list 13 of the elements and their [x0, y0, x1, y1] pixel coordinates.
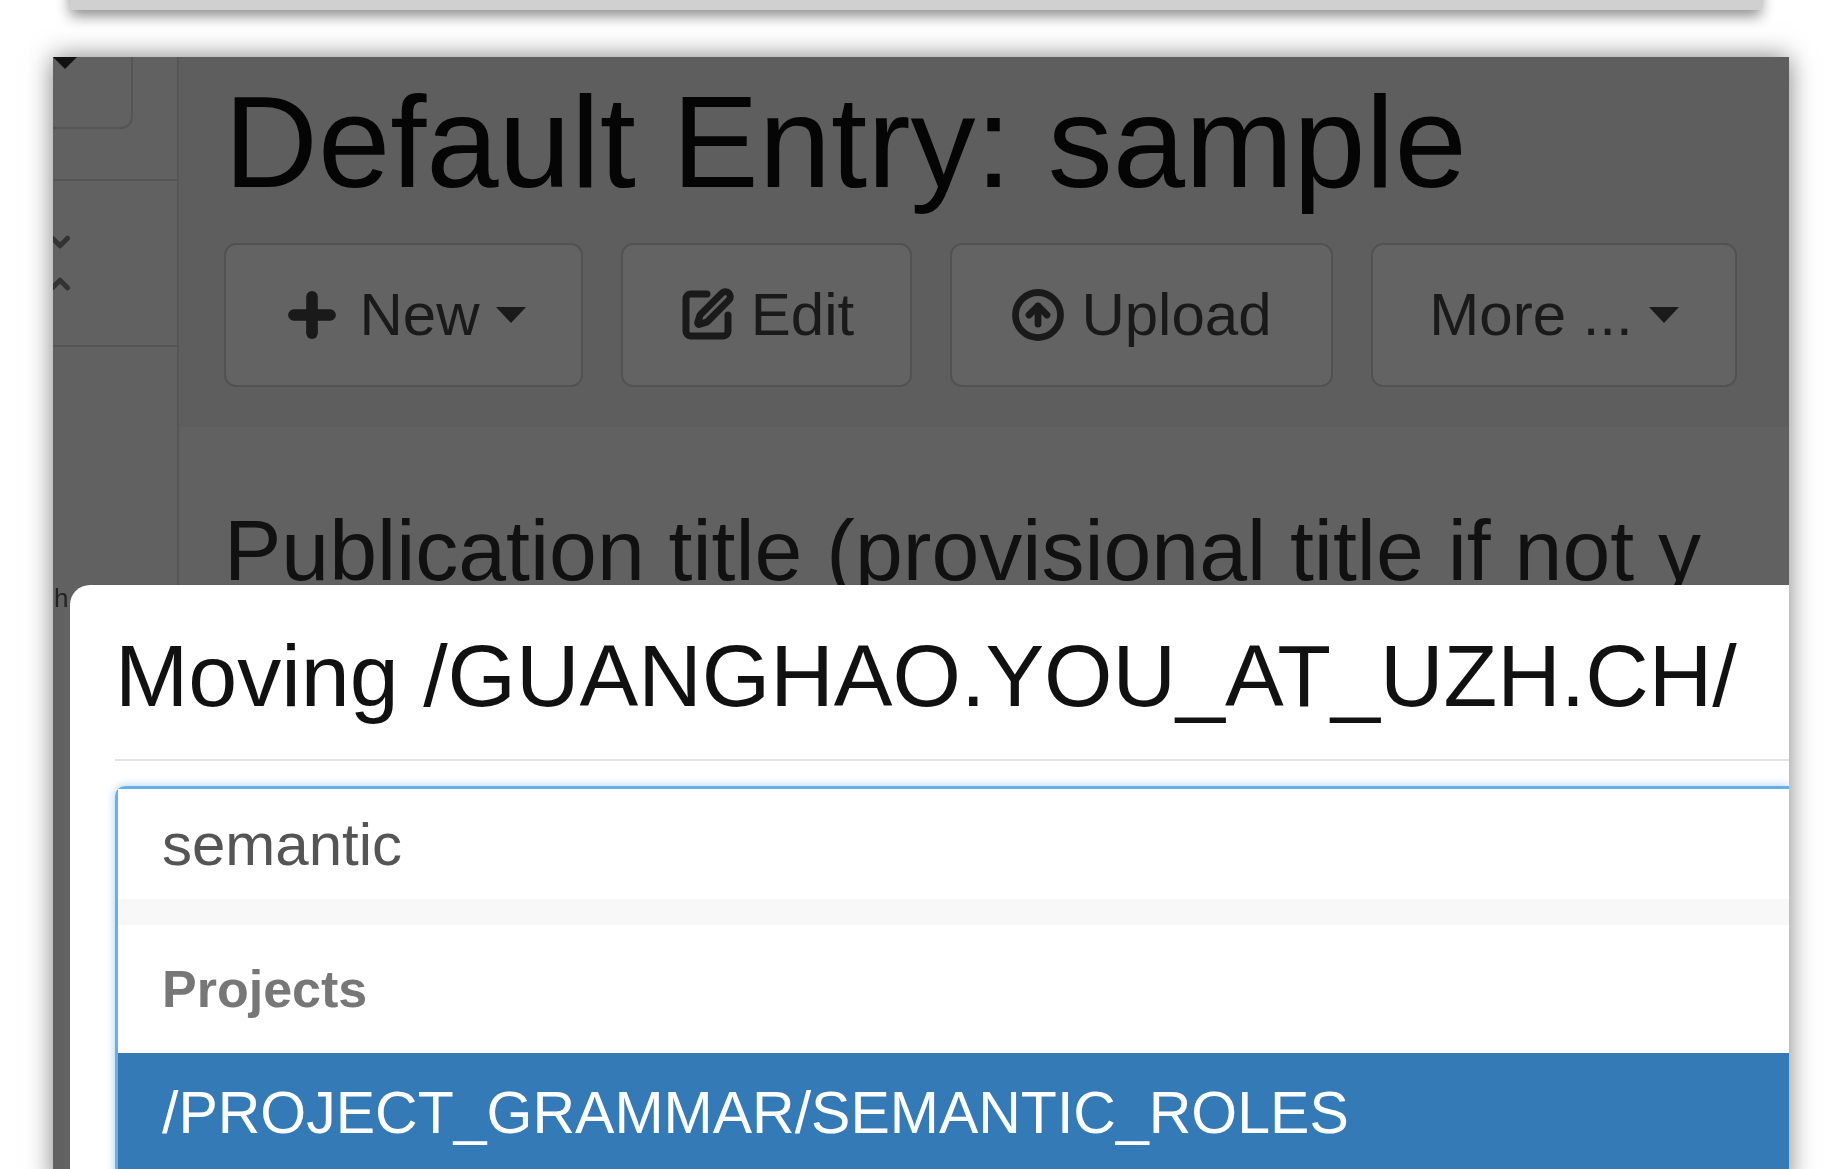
- toolbar-button[interactable]: Upload: [950, 243, 1333, 387]
- sidebar-text: h: [54, 583, 68, 613]
- dropdown-toggle[interactable]: [53, 57, 133, 129]
- group-heading: Projects: [161, 959, 369, 1020]
- toolbar-button[interactable]: New: [224, 243, 583, 387]
- search-field[interactable]: semantic: [118, 789, 1789, 925]
- result-item[interactable]: /PROJECT_GRAMMAR/SEMANTIC_ROLES: [118, 1053, 1789, 1169]
- dialog-title: Moving /GUANGHAO.YOU_AT_UZH.CH/: [115, 626, 1737, 725]
- toolbar-button[interactable]: More ...: [1371, 243, 1737, 387]
- page-title: Default Entry: sample: [224, 68, 1467, 217]
- toolbar-button[interactable]: Edit: [621, 243, 912, 387]
- upload-icon: [1011, 288, 1066, 342]
- caret-icon: [53, 57, 77, 69]
